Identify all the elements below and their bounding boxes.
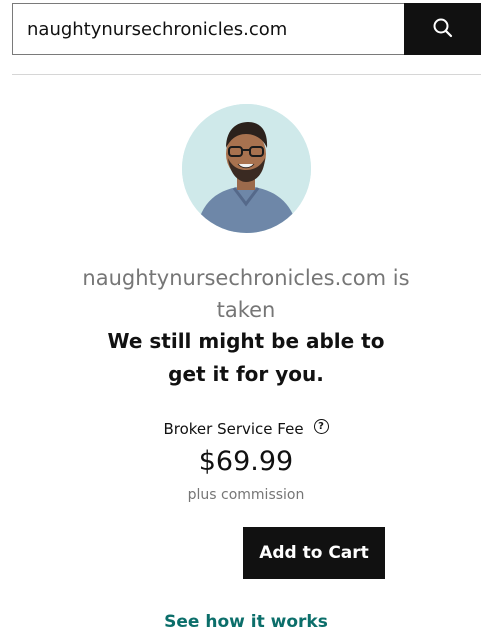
- see-how-it-works-link[interactable]: See how it works: [0, 612, 492, 632]
- domain-search-input[interactable]: [12, 3, 404, 55]
- broker-subheading: We still might be able to get it for you…: [107, 329, 385, 386]
- domain-taken-message: naughtynursechronicles.com is taken: [82, 266, 410, 322]
- broker-avatar: [182, 104, 311, 233]
- commission-note: plus commission: [187, 487, 305, 503]
- add-to-cart-button[interactable]: Add to Cart: [243, 527, 385, 579]
- broker-price: $69.99: [198, 446, 294, 477]
- divider: [12, 74, 481, 75]
- broker-fee-row: Broker Service Fee ?: [0, 418, 492, 438]
- broker-fee-label: Broker Service Fee: [163, 420, 304, 438]
- search-icon: [432, 17, 454, 42]
- domain-search-bar: [12, 3, 481, 55]
- question-circle-icon[interactable]: ?: [313, 418, 329, 434]
- search-button[interactable]: [404, 3, 481, 55]
